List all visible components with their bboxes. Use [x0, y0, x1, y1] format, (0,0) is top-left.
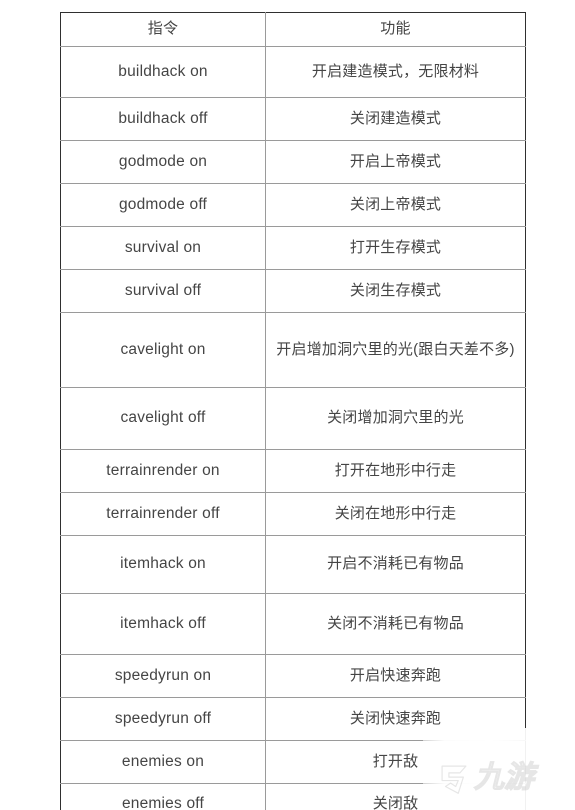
- command-cell: godmode on: [60, 140, 266, 184]
- description-cell: 打开生存模式: [265, 226, 526, 270]
- description-cell: 关闭增加洞穴里的光: [265, 387, 526, 450]
- table-body: buildhack on 开启建造模式，无限材料 buildhack off 关闭建造…: [60, 46, 526, 810]
- command-cell: speedyrun off: [60, 697, 266, 741]
- column-header-function: 功能: [265, 12, 526, 47]
- description-cell: 关闭在地形中行走: [265, 492, 526, 536]
- table-row: speedyrun off 关闭快速奔跑: [60, 697, 526, 741]
- command-cell: enemies on: [60, 740, 266, 784]
- command-cell: cavelight off: [60, 387, 266, 450]
- command-cell: survival on: [60, 226, 266, 270]
- description-cell: 关闭上帝模式: [265, 183, 526, 227]
- table-row: enemies on 打开敌: [60, 740, 526, 784]
- description-cell: 打开在地形中行走: [265, 449, 526, 493]
- command-cell: terrainrender on: [60, 449, 266, 493]
- table-row: terrainrender on 打开在地形中行走: [60, 449, 526, 493]
- description-cell: 关闭建造模式: [265, 97, 526, 141]
- description-cell: 关闭快速奔跑: [265, 697, 526, 741]
- table-row: enemies off 关闭敌: [60, 783, 526, 810]
- table-header-row: 指令 功能: [60, 12, 526, 47]
- description-cell: 关闭生存模式: [265, 269, 526, 313]
- table-row: terrainrender off 关闭在地形中行走: [60, 492, 526, 536]
- table-row: buildhack on 开启建造模式，无限材料: [60, 46, 526, 98]
- description-cell: 开启快速奔跑: [265, 654, 526, 698]
- command-reference-table: 指令 功能 buildhack on 开启建造模式，无限材料 buildhack o…: [60, 12, 526, 810]
- table-row: survival off 关闭生存模式: [60, 269, 526, 313]
- description-cell: 开启建造模式，无限材料: [265, 46, 526, 98]
- table-row: itemhack off 关闭不消耗已有物品: [60, 593, 526, 655]
- table-row: speedyrun on 开启快速奔跑: [60, 654, 526, 698]
- page-root: 指令 功能 buildhack on 开启建造模式，无限材料 buildhack o…: [0, 0, 575, 810]
- table-header: 指令 功能: [60, 12, 526, 47]
- table-row: godmode off 关闭上帝模式: [60, 183, 526, 227]
- description-cell: 关闭敌: [265, 783, 526, 810]
- command-cell: cavelight on: [60, 312, 266, 388]
- table-row: cavelight on 开启增加洞穴里的光(跟白天差不多): [60, 312, 526, 388]
- command-cell: buildhack off: [60, 97, 266, 141]
- description-cell: 开启不消耗已有物品: [265, 535, 526, 594]
- command-cell: speedyrun on: [60, 654, 266, 698]
- command-cell: buildhack on: [60, 46, 266, 98]
- command-cell: terrainrender off: [60, 492, 266, 536]
- command-cell: godmode off: [60, 183, 266, 227]
- description-cell: 开启上帝模式: [265, 140, 526, 184]
- command-cell: enemies off: [60, 783, 266, 810]
- column-header-command: 指令: [60, 12, 266, 47]
- description-cell: 关闭不消耗已有物品: [265, 593, 526, 655]
- table-row: godmode on 开启上帝模式: [60, 140, 526, 184]
- table-row: itemhack on 开启不消耗已有物品: [60, 535, 526, 594]
- command-cell: itemhack on: [60, 535, 266, 594]
- table-row: cavelight off 关闭增加洞穴里的光: [60, 387, 526, 450]
- command-cell: survival off: [60, 269, 266, 313]
- description-cell: 打开敌: [265, 740, 526, 784]
- description-cell: 开启增加洞穴里的光(跟白天差不多): [265, 312, 526, 388]
- table-row: survival on 打开生存模式: [60, 226, 526, 270]
- command-cell: itemhack off: [60, 593, 266, 655]
- command-table-container: 指令 功能 buildhack on 开启建造模式，无限材料 buildhack o…: [60, 12, 526, 810]
- table-row: buildhack off 关闭建造模式: [60, 97, 526, 141]
